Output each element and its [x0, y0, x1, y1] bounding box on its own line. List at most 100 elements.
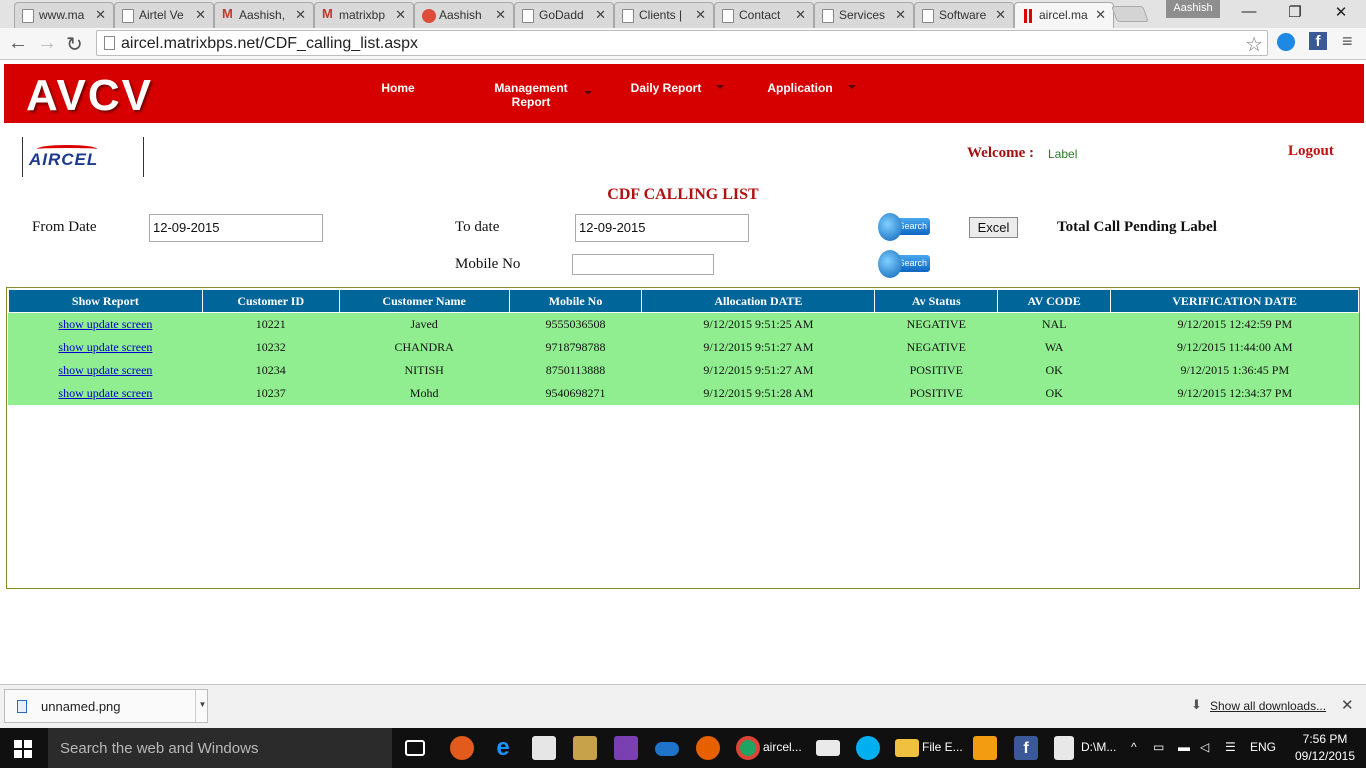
- allocation-date-cell: 9/12/2015 9:51:27 AM: [641, 358, 875, 382]
- volume-icon[interactable]: ◁: [1200, 740, 1209, 754]
- clock-time: 7:56 PM: [1302, 732, 1348, 746]
- close-icon[interactable]: ✕: [995, 7, 1006, 23]
- excel-button[interactable]: Excel: [969, 217, 1018, 238]
- logout-link[interactable]: Logout: [1288, 143, 1334, 160]
- forward-icon[interactable]: →: [37, 32, 57, 55]
- allocation-date-cell: 9/12/2015 9:51:28 AM: [641, 381, 875, 405]
- show-update-screen-link[interactable]: show update screen: [58, 363, 152, 377]
- browser-tab[interactable]: M Aashish, ✕: [214, 2, 314, 28]
- browser-tab[interactable]: Contact ✕: [714, 2, 814, 28]
- folder-icon[interactable]: [895, 739, 919, 757]
- taskbar-search-placeholder: Search the web and Windows: [60, 740, 259, 757]
- document-icon[interactable]: [1054, 736, 1074, 760]
- chevron-down-icon: [584, 91, 592, 95]
- chrome-taskbar-label[interactable]: aircel...: [763, 740, 802, 754]
- browser-tab[interactable]: Aashish ✕: [414, 2, 514, 28]
- web-page: AVCV Home Management Report Daily Report…: [0, 61, 1366, 684]
- browser-tab-active[interactable]: aircel.ma ✕: [1014, 2, 1114, 28]
- window-close-icon[interactable]: ✕: [1318, 3, 1364, 21]
- mobile-search-button[interactable]: Search: [878, 250, 930, 278]
- column-header: VERIFICATION DATE: [1110, 289, 1359, 313]
- tools-icon[interactable]: [573, 736, 597, 760]
- close-icon[interactable]: ✕: [895, 7, 906, 23]
- edge-icon[interactable]: e: [491, 736, 515, 760]
- back-icon[interactable]: ←: [8, 32, 28, 55]
- chrome-icon[interactable]: [736, 736, 760, 760]
- browser-tab[interactable]: www.ma ✕: [14, 2, 114, 28]
- chevron-down-icon[interactable]: ▼: [195, 690, 209, 722]
- mobile-no-input[interactable]: [572, 254, 714, 275]
- file-explorer-taskbar-label[interactable]: File E...: [922, 740, 963, 754]
- profile-button[interactable]: Aashish: [1166, 0, 1220, 18]
- search-icon: [878, 213, 902, 241]
- welcome-user-value: Label: [1048, 147, 1078, 161]
- onedrive-icon[interactable]: [655, 742, 679, 756]
- nav-management-report[interactable]: Management Report: [488, 81, 574, 109]
- paint-icon[interactable]: [450, 736, 474, 760]
- document-taskbar-label[interactable]: D:\M...: [1081, 740, 1116, 754]
- reload-icon[interactable]: ↻: [66, 32, 83, 57]
- browser-tab[interactable]: Airtel Ve ✕: [114, 2, 214, 28]
- close-icon[interactable]: ✕: [95, 7, 106, 23]
- page-icon: [122, 9, 134, 23]
- close-icon[interactable]: ✕: [495, 7, 506, 23]
- browser-tab[interactable]: Clients | ✕: [614, 2, 714, 28]
- to-date-input[interactable]: 12-09-2015: [575, 214, 749, 242]
- avcv-logo[interactable]: AVCV: [26, 71, 153, 121]
- minimize-icon[interactable]: —: [1226, 3, 1272, 20]
- show-update-screen-link[interactable]: show update screen: [58, 386, 152, 400]
- show-update-screen-link[interactable]: show update screen: [58, 317, 152, 331]
- task-view-icon[interactable]: [405, 740, 425, 756]
- facebook-icon[interactable]: f: [1309, 32, 1327, 50]
- mail-icon[interactable]: [816, 740, 840, 756]
- google-plus-icon: [422, 9, 436, 23]
- address-bar[interactable]: aircel.matrixbps.net/CDF_calling_list.as…: [96, 30, 1268, 56]
- browser-tab[interactable]: GoDadd ✕: [514, 2, 614, 28]
- firefox-icon[interactable]: [696, 736, 720, 760]
- godaddy-icon: [522, 9, 534, 23]
- office-icon[interactable]: [973, 736, 997, 760]
- notification-icon[interactable]: ☰: [1225, 740, 1236, 754]
- chrome-menu-icon[interactable]: ≡: [1342, 31, 1353, 52]
- windows-start-icon[interactable]: [14, 740, 32, 758]
- close-icon[interactable]: ✕: [295, 7, 306, 23]
- skype-icon[interactable]: [856, 736, 880, 760]
- close-icon[interactable]: ✕: [1341, 696, 1354, 714]
- network-icon[interactable]: ▭: [1153, 740, 1164, 754]
- new-tab-button[interactable]: [1111, 6, 1149, 22]
- visual-studio-icon[interactable]: [614, 736, 638, 760]
- nav-home[interactable]: Home: [378, 81, 418, 95]
- close-icon[interactable]: ✕: [395, 7, 406, 23]
- close-icon[interactable]: ✕: [195, 7, 206, 23]
- url-text[interactable]: aircel.matrixbps.net/CDF_calling_list.as…: [121, 35, 418, 53]
- close-icon[interactable]: ✕: [795, 7, 806, 23]
- mobile-no-cell: 9540698271: [508, 381, 642, 405]
- facebook-icon[interactable]: f: [1014, 736, 1038, 760]
- close-icon[interactable]: ✕: [595, 7, 606, 23]
- verification-date-cell: 9/12/2015 12:34:37 PM: [1110, 381, 1359, 405]
- chevron-up-icon[interactable]: ^: [1131, 740, 1137, 754]
- taskbar-clock[interactable]: 7:56 PM 09/12/2015: [1290, 731, 1360, 765]
- from-date-input[interactable]: 12-09-2015: [149, 214, 323, 242]
- restore-icon[interactable]: ❐: [1272, 3, 1318, 21]
- browser-tab[interactable]: Mmatrixbp ✕: [314, 2, 414, 28]
- extension-icon[interactable]: [1277, 33, 1295, 51]
- bookmark-star-icon[interactable]: ☆: [1245, 32, 1263, 57]
- verification-date-cell: 9/12/2015 11:44:00 AM: [1110, 335, 1359, 359]
- store-icon[interactable]: [532, 736, 556, 760]
- language-indicator[interactable]: ENG: [1250, 740, 1276, 754]
- browser-tab[interactable]: Software ✕: [914, 2, 1014, 28]
- browser-tab[interactable]: Services ✕: [814, 2, 914, 28]
- taskbar-search-box[interactable]: Search the web and Windows: [48, 728, 392, 768]
- close-icon[interactable]: ✕: [1095, 7, 1106, 23]
- total-call-pending-label: Total Call Pending: [1057, 219, 1177, 235]
- show-update-screen-link[interactable]: show update screen: [58, 340, 152, 354]
- customer-id-cell: 10234: [201, 358, 340, 382]
- battery-icon[interactable]: ▬: [1178, 740, 1190, 754]
- download-item[interactable]: unnamed.png ▼: [4, 689, 208, 723]
- nav-application[interactable]: Application: [760, 81, 840, 95]
- close-icon[interactable]: ✕: [695, 7, 706, 23]
- show-all-downloads-link[interactable]: Show all downloads...: [1210, 699, 1326, 713]
- nav-daily-report[interactable]: Daily Report: [624, 81, 708, 95]
- search-button[interactable]: Search: [878, 213, 930, 241]
